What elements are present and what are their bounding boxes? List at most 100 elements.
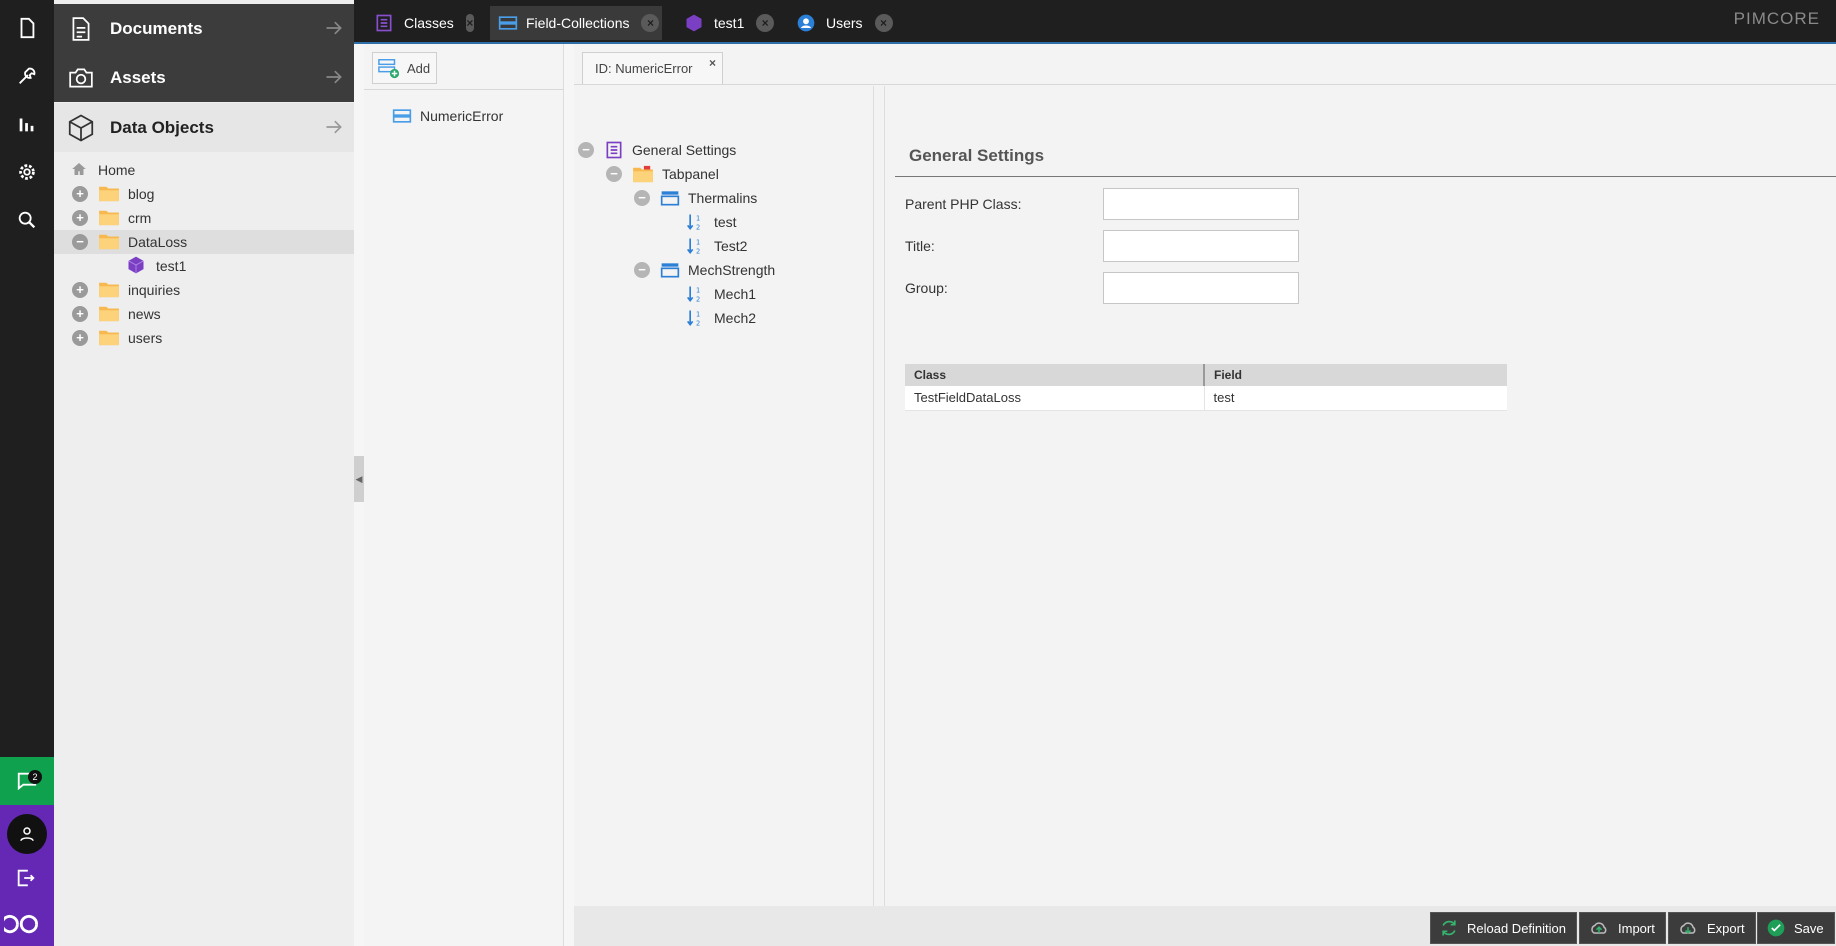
collapse-icon[interactable]: − [72,234,88,250]
field-collection-icon [498,13,518,33]
divider [364,89,564,90]
tabpanel-icon [632,165,654,183]
import-button[interactable]: Import [1579,912,1666,944]
parent-php-class-input[interactable] [1103,188,1299,220]
folder-icon [98,184,120,205]
group-input[interactable] [1103,272,1299,304]
expand-icon[interactable]: + [72,282,88,298]
numeric-field-icon: 12 [686,236,706,256]
tree-item-home[interactable]: Home [54,158,354,182]
expand-icon[interactable]: + [72,210,88,226]
numeric-field-icon: 12 [686,212,706,232]
tab-numericerror[interactable]: ID: NumericError [582,52,723,84]
tree-item-thermalins[interactable]: − Thermalins [634,186,757,210]
column-header-class[interactable]: Class [905,364,1205,386]
general-settings-panel: General Settings Parent PHP Class: Title… [884,86,1836,906]
tree-item-inquiries[interactable]: + inquiries [54,278,354,302]
table-header-row: Class Field [905,364,1507,386]
document-icon [64,12,98,46]
group-label: Group: [905,280,948,296]
notifications-count-badge: 2 [28,770,42,784]
gear-icon[interactable] [0,148,54,196]
assets-section-header[interactable]: Assets [54,53,354,102]
arrow-right-icon[interactable] [324,18,344,43]
parent-php-class-label: Parent PHP Class: [905,196,1022,212]
data-objects-section-header[interactable]: Data Objects [54,103,354,152]
tree-item-news[interactable]: + news [54,302,354,326]
tree-item-dataloss[interactable]: − DataLoss [54,230,354,254]
close-icon[interactable]: × [641,14,660,32]
expand-icon[interactable]: + [72,330,88,346]
tree-item-blog[interactable]: + blog [54,182,354,206]
tree-item-mech1[interactable]: 12 Mech1 [686,282,756,306]
folder-icon [98,208,120,229]
tree-item-mechstrength[interactable]: − MechStrength [634,258,775,282]
table-row[interactable]: TestFieldDataLoss test [905,386,1507,411]
collapse-icon[interactable]: − [634,262,650,278]
column-header-field[interactable]: Field [1204,364,1507,386]
collapse-icon[interactable]: − [634,190,650,206]
tree-item-label: General Settings [632,142,737,158]
arrow-right-icon[interactable] [324,117,344,142]
title-input[interactable] [1103,230,1299,262]
tab-classes[interactable]: Classes × [374,6,474,40]
wrench-icon[interactable] [0,52,54,100]
chart-icon[interactable] [0,100,54,148]
list-item-label: NumericError [420,108,504,124]
tree-item-test[interactable]: 12 test [686,210,737,234]
export-button[interactable]: Export [1668,912,1756,944]
save-button[interactable]: Save [1757,912,1835,944]
tree-item-label: inquiries [128,282,181,298]
tab-test1[interactable]: test1 × [684,6,774,40]
add-label: Add [407,60,431,76]
logout-icon[interactable] [15,867,37,892]
folder-icon [98,328,120,349]
tree-item-users[interactable]: + users [54,326,354,350]
main-icon-rail: 2 [0,0,54,946]
close-icon[interactable]: × [874,14,893,32]
folder-icon [98,304,120,325]
tab-field-collections[interactable]: Field-Collections × [490,6,662,40]
search-icon[interactable] [0,196,54,244]
object-icon [126,255,146,278]
reload-icon [1439,918,1459,938]
svg-text:2: 2 [696,248,700,256]
user-icon [20,827,34,842]
collapse-sidebar-handle[interactable]: ◀ [354,456,364,502]
documents-section-header[interactable]: Documents [54,4,354,53]
divider [895,176,1836,177]
tree-item-test1[interactable]: test1 [54,254,354,278]
tree-item-test2[interactable]: 12 Test2 [686,234,747,258]
notifications-button[interactable]: 2 [0,757,54,805]
add-button[interactable]: Add [372,52,437,84]
arrow-right-icon[interactable] [324,67,344,92]
close-icon[interactable]: × [709,56,716,70]
list-item-numericerror[interactable]: NumericError [392,104,503,128]
expand-icon[interactable]: + [72,186,88,202]
tree-item-crm[interactable]: + crm [54,206,354,230]
avatar[interactable] [7,814,47,854]
close-icon[interactable]: × [756,14,774,32]
tree-item-mech2[interactable]: 12 Mech2 [686,306,756,330]
reload-definition-button[interactable]: Reload Definition [1430,912,1578,944]
svg-text:1: 1 [696,238,700,246]
close-icon[interactable]: × [465,14,474,32]
table-cell-class: TestFieldDataLoss [905,386,1205,411]
table-cell-field: test [1204,386,1507,411]
tab-users[interactable]: Users × [796,6,896,40]
editor-toolbar-bottom: Reload Definition Import Export Save [574,906,1836,946]
field-collection-icon [392,106,412,126]
cube-icon [64,111,98,145]
tree-item-label: news [128,306,161,322]
panel-title: General Settings [909,146,1045,165]
pimcore-logo-icon[interactable] [0,910,50,941]
tree-item-label: users [128,330,163,346]
expand-icon[interactable]: + [72,306,88,322]
collapse-icon[interactable]: − [606,166,622,182]
tab-label: test1 [714,15,745,31]
collapse-icon[interactable]: − [578,142,594,158]
tree-item-general-settings[interactable]: − General Settings [578,138,736,162]
field-collections-list-panel: Add NumericError [364,44,564,946]
file-icon[interactable] [0,4,54,52]
tree-item-tabpanel[interactable]: − Tabpanel [606,162,719,186]
